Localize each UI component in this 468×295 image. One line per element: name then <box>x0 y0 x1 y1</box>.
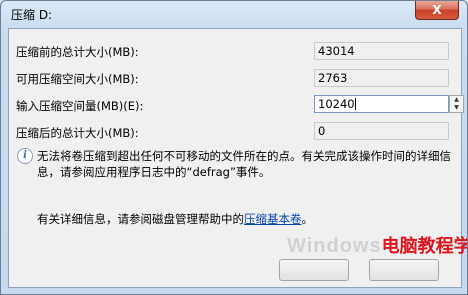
amount-value: 10240 <box>318 97 355 111</box>
more-info-suffix: 。 <box>301 212 314 226</box>
spin-up-icon[interactable]: ▲ <box>450 96 463 104</box>
shrink-dialog: 压缩 D: X 压缩前的总计大小(MB): 43014 可用压缩空间大小(MB)… <box>0 0 468 295</box>
info-icon: i <box>17 148 33 164</box>
shrink-button[interactable] <box>279 259 349 281</box>
spin-down-icon[interactable]: ▼ <box>450 104 463 112</box>
available-field: 2763 <box>314 69 449 87</box>
info-text: 无法将卷压缩到超出任何不可移动的文件所在的点。有关完成该操作时间的详细信息，请参… <box>37 149 451 179</box>
watermark-logo: Windows电脑教程学习网 <box>287 232 468 258</box>
total-after-field: 0 <box>314 122 449 140</box>
total-after-value: 0 <box>318 124 326 138</box>
total-after-label: 压缩后的总计大小(MB): <box>16 126 139 140</box>
shrink-basic-volume-link[interactable]: 压缩基本卷 <box>244 212 302 226</box>
more-info-prefix: 有关详细信息，请参阅磁盘管理帮助中的 <box>37 212 244 226</box>
title-bar: 压缩 D: X <box>1 1 467 27</box>
text-caret <box>354 98 356 110</box>
watermark-latin: Windows <box>287 235 382 257</box>
available-value: 2763 <box>318 71 348 85</box>
close-icon: X <box>432 3 442 17</box>
amount-input[interactable]: 10240 <box>314 95 449 113</box>
more-info: 有关详细信息，请参阅磁盘管理帮助中的压缩基本卷。 <box>37 211 313 227</box>
amount-spinner[interactable]: ▲ ▼ <box>449 95 464 113</box>
dialog-title: 压缩 D: <box>11 8 53 22</box>
total-before-value: 43014 <box>318 44 355 58</box>
cancel-button[interactable] <box>369 259 439 281</box>
watermark-cn: 电脑教程学习网 <box>381 236 468 256</box>
available-label: 可用压缩空间大小(MB): <box>16 72 139 86</box>
total-before-label: 压缩前的总计大小(MB): <box>16 45 139 59</box>
close-button[interactable]: X <box>415 1 459 20</box>
total-before-field: 43014 <box>314 42 449 60</box>
amount-label: 输入压缩空间量(MB)(E): <box>16 99 144 113</box>
